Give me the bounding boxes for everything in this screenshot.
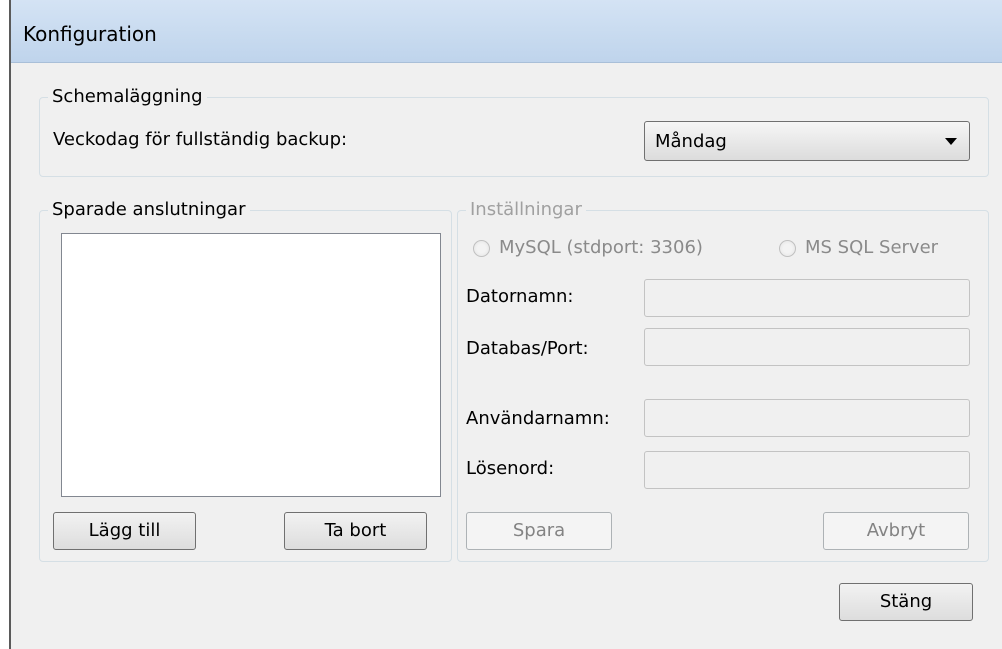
database-port-input[interactable] bbox=[644, 328, 970, 366]
computer-name-input[interactable] bbox=[644, 279, 970, 317]
close-button[interactable]: Stäng bbox=[839, 583, 973, 621]
weekday-selected-value: Måndag bbox=[655, 131, 727, 152]
weekday-select[interactable]: Måndag bbox=[644, 121, 970, 161]
username-label: Användarnamn: bbox=[466, 408, 610, 429]
title-bar[interactable]: Konfiguration bbox=[11, 0, 1002, 63]
add-connection-button[interactable]: Lägg till bbox=[53, 512, 196, 550]
config-window: Konfiguration Schemaläggning Veckodag fö… bbox=[9, 0, 1002, 649]
username-input[interactable] bbox=[644, 399, 970, 437]
schedule-legend: Schemaläggning bbox=[48, 86, 207, 107]
weekday-label: Veckodag för fullständig backup: bbox=[53, 129, 348, 150]
mssql-radio-label: MS SQL Server bbox=[805, 237, 939, 258]
window-title: Konfiguration bbox=[23, 22, 157, 46]
settings-group: Inställningar bbox=[457, 199, 989, 562]
remove-connection-button[interactable]: Ta bort bbox=[284, 512, 427, 550]
mysql-radio-label: MySQL (stdport: 3306) bbox=[499, 237, 703, 258]
saved-connections-list[interactable] bbox=[61, 233, 441, 497]
database-port-label: Databas/Port: bbox=[466, 338, 589, 359]
password-label: Lösenord: bbox=[466, 458, 555, 479]
computer-name-label: Datornamn: bbox=[466, 286, 574, 307]
mssql-radio[interactable] bbox=[779, 240, 796, 257]
cancel-button[interactable]: Avbryt bbox=[823, 512, 969, 550]
settings-legend: Inställningar bbox=[466, 199, 586, 220]
password-input[interactable] bbox=[644, 451, 970, 489]
chevron-down-icon[interactable] bbox=[945, 138, 957, 145]
saved-connections-legend: Sparade anslutningar bbox=[48, 199, 250, 220]
save-button[interactable]: Spara bbox=[466, 512, 612, 550]
mysql-radio[interactable] bbox=[473, 240, 490, 257]
